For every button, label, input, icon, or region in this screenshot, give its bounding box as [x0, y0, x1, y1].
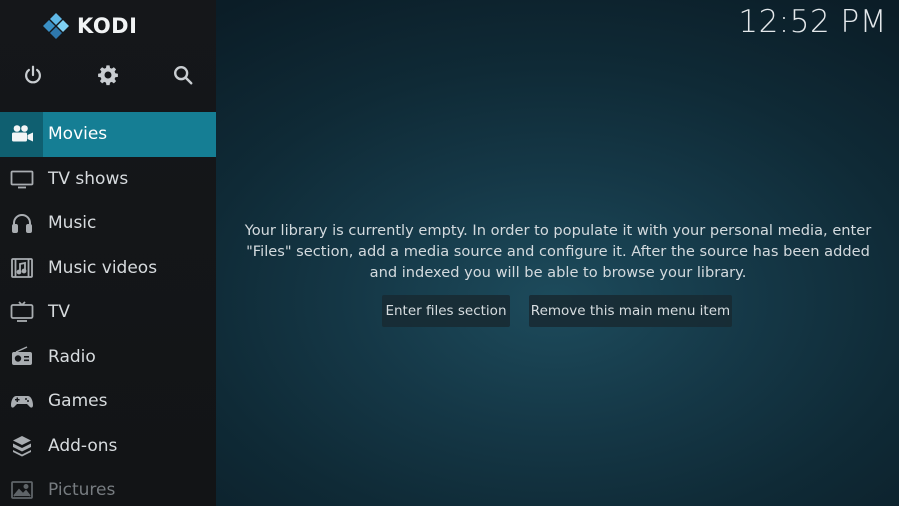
kodi-logo: KODI [42, 12, 137, 40]
kodi-logo-text: KODI [77, 14, 138, 38]
empty-library-message: Your library is currently empty. In orde… [244, 222, 872, 281]
headphones-icon [0, 201, 43, 246]
tv-icon [0, 157, 43, 202]
pictures-icon [0, 468, 43, 506]
tv-screen-icon [0, 290, 43, 335]
main-menu: Movies TV shows Music Music videos TV Ra… [0, 112, 216, 506]
menu-item-movies[interactable]: Movies [0, 112, 216, 157]
menu-item-games[interactable]: Games [0, 379, 216, 424]
menu-item-tv[interactable]: TV [0, 290, 216, 335]
remove-menu-item-button[interactable]: Remove this main menu item [529, 295, 732, 327]
music-video-icon [0, 246, 43, 291]
clock: 12:52 PM [738, 4, 887, 40]
gear-icon[interactable] [95, 62, 121, 88]
menu-item-label: Music videos [48, 257, 158, 278]
menu-item-label: Pictures [48, 480, 116, 501]
menu-item-label: Music [48, 213, 97, 234]
menu-item-label: Add-ons [48, 435, 118, 456]
menu-item-label: Movies [48, 124, 108, 145]
menu-item-label: Radio [48, 346, 96, 367]
menu-item-label: Games [48, 391, 108, 412]
menu-item-label: TV [48, 302, 71, 323]
kodi-logo-icon [43, 13, 69, 39]
menu-item-music-videos[interactable]: Music videos [0, 246, 216, 291]
menu-item-add-ons[interactable]: Add-ons [0, 424, 216, 469]
menu-item-pictures[interactable]: Pictures [0, 468, 216, 506]
movie-camera-icon [0, 112, 43, 157]
radio-icon [0, 335, 43, 380]
gamepad-icon [0, 379, 43, 424]
sidebar: KODI Movies TV shows Music Music videos … [0, 0, 216, 506]
menu-item-radio[interactable]: Radio [0, 335, 216, 380]
power-icon[interactable] [20, 62, 46, 88]
search-icon[interactable] [170, 62, 196, 88]
menu-item-music[interactable]: Music [0, 201, 216, 246]
main-background: KODI Movies TV shows Music Music videos … [0, 0, 899, 506]
enter-files-section-button[interactable]: Enter files section [382, 295, 510, 327]
menu-item-tv-shows[interactable]: TV shows [0, 157, 216, 202]
menu-item-label: TV shows [48, 168, 129, 189]
addons-box-icon [0, 424, 43, 469]
